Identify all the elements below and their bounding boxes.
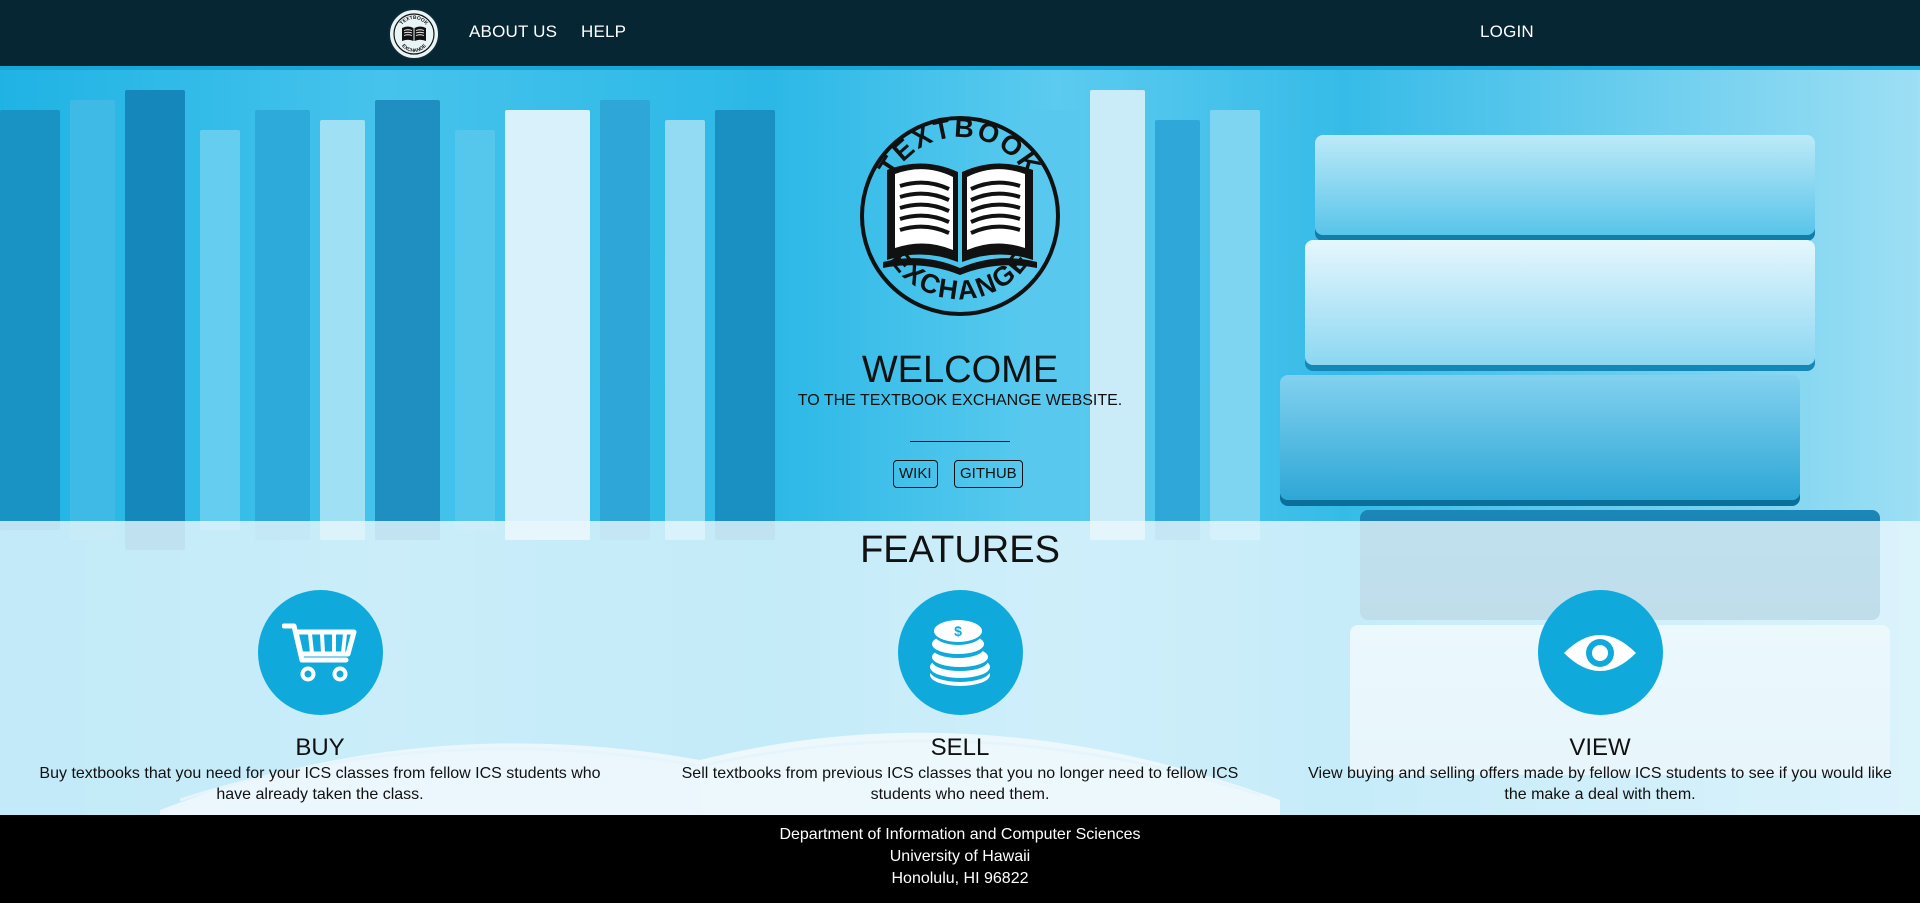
footer-address: Honolulu, HI 96822 (891, 870, 1029, 887)
view-icon-circle (1537, 590, 1663, 715)
feature-view-title: VIEW (1569, 734, 1631, 761)
feature-view-description: View buying and selling offers made by f… (1308, 765, 1892, 803)
footer: Department of Information and Computer S… (0, 815, 1920, 903)
svg-text:$: $ (954, 623, 962, 639)
feature-sell: $ SELL Sell textbooks from previous ICS … (660, 590, 1260, 805)
nav-login-link[interactable]: LOGIN (1480, 22, 1534, 42)
nav-logo-icon[interactable]: TEXTBOOK EXCHANGE (388, 8, 440, 60)
buy-icon-circle (257, 590, 383, 715)
welcome-title: WELCOME (861, 349, 1059, 391)
nav-about-us-link[interactable]: ABOUT US (469, 22, 557, 42)
github-button[interactable]: GITHUB (954, 460, 1023, 488)
features-title: FEATURES (860, 529, 1060, 571)
sell-icon-circle: $ (897, 590, 1023, 715)
eye-icon (1564, 634, 1636, 671)
feature-view: VIEW View buying and selling offers made… (1300, 590, 1900, 805)
feature-sell-title: SELL (930, 734, 990, 761)
footer-university: University of Hawaii (889, 848, 1031, 865)
textbook-exchange-logo: TEXTBOOK EXCHANGE (855, 100, 1065, 332)
welcome-subtitle: TO THE TEXTBOOK EXCHANGE WEBSITE. (797, 392, 1123, 409)
footer-department: Department of Information and Computer S… (779, 826, 1141, 843)
feature-buy: BUY Buy textbooks that you need for your… (20, 590, 620, 805)
coins-icon: $ (930, 619, 990, 686)
svg-text:EXCHANGE: EXCHANGE (400, 43, 428, 55)
feature-buy-title: BUY (295, 734, 345, 761)
shopping-cart-icon (282, 623, 357, 681)
textbook-exchange-logo-icon: TEXTBOOK EXCHANGE (393, 13, 435, 55)
top-navbar: TEXTBOOK EXCHANGE ABOUT US HELP LOGIN (0, 0, 1920, 70)
feature-buy-description: Buy textbooks that you need for your ICS… (39, 765, 601, 803)
feature-sell-description: Sell textbooks from previous ICS classes… (681, 765, 1239, 803)
hero-divider (910, 441, 1010, 442)
wiki-button[interactable]: WIKI (893, 460, 938, 488)
nav-help-link[interactable]: HELP (581, 22, 626, 42)
